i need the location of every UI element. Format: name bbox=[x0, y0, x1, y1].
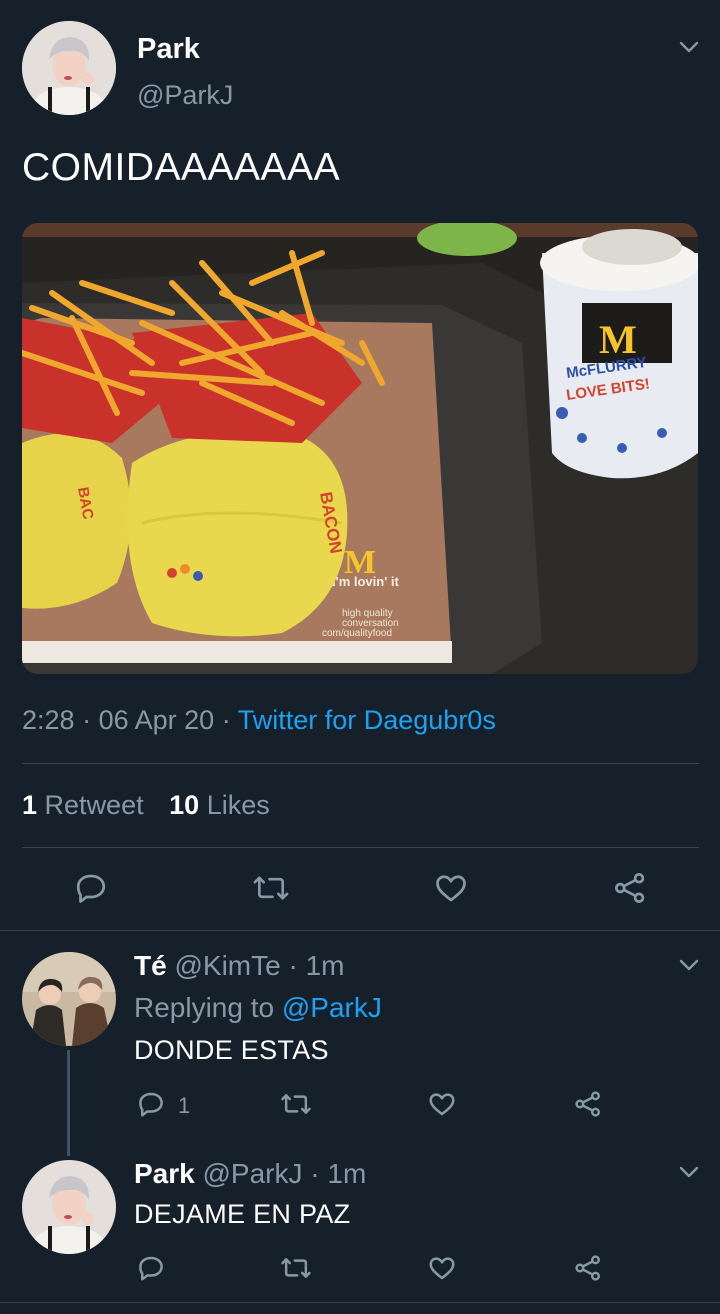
tweet-stats: 1 Retweet 10 Likes bbox=[22, 790, 270, 821]
reply-author-name[interactable]: Park bbox=[134, 1158, 195, 1189]
heart-icon[interactable] bbox=[427, 1253, 457, 1283]
likes-stat[interactable]: 10 Likes bbox=[169, 790, 270, 820]
section-divider bbox=[0, 930, 720, 931]
reply-time: · 1m bbox=[310, 1158, 367, 1189]
tweet-image[interactable]: i'm lovin' it high quality conversation … bbox=[22, 223, 698, 674]
retweet-icon[interactable] bbox=[280, 1089, 312, 1119]
reply-author-name[interactable]: Té bbox=[134, 950, 167, 981]
divider bbox=[22, 847, 699, 848]
reply-icon[interactable] bbox=[73, 870, 109, 906]
author-name[interactable]: Park bbox=[137, 33, 200, 66]
reply-icon[interactable] bbox=[136, 1253, 166, 1283]
reply-header: Park @ParkJ · 1m bbox=[134, 1158, 366, 1190]
likes-count: 10 bbox=[169, 790, 200, 820]
tray-text-url: com/qualityfood bbox=[322, 628, 392, 639]
replying-to-mention[interactable]: @ParkJ bbox=[282, 992, 382, 1023]
tweet-source-link[interactable]: Twitter for Daegubr0s bbox=[238, 705, 496, 735]
meta-separator: · bbox=[82, 705, 92, 735]
reply-time: · 1m bbox=[288, 950, 345, 981]
divider bbox=[22, 763, 699, 764]
reply-avatar-kimte[interactable] bbox=[22, 952, 116, 1046]
retweets-stat[interactable]: 1 Retweet bbox=[22, 790, 144, 820]
reply-author-handle[interactable]: @ParkJ bbox=[203, 1158, 303, 1189]
retweet-icon[interactable] bbox=[252, 870, 290, 906]
tweet-time: 2:28 bbox=[22, 705, 75, 735]
replying-to-label: Replying to bbox=[134, 992, 275, 1023]
reply-count: 1 bbox=[178, 1093, 191, 1118]
author-avatar[interactable] bbox=[22, 21, 116, 115]
retweet-icon[interactable] bbox=[280, 1253, 312, 1283]
meta-separator: · bbox=[221, 705, 231, 735]
share-icon[interactable] bbox=[573, 1253, 603, 1283]
share-icon[interactable] bbox=[612, 870, 648, 906]
reply-avatar-parkj[interactable] bbox=[22, 1160, 116, 1254]
author-handle[interactable]: @ParkJ bbox=[137, 80, 233, 111]
chevron-down-icon[interactable] bbox=[679, 958, 699, 972]
chevron-down-icon[interactable] bbox=[679, 40, 699, 54]
tweet-date: 06 Apr 20 bbox=[98, 705, 215, 735]
reply-text: DONDE ESTAS bbox=[134, 1035, 329, 1065]
tweet-text: COMIDAAAAAAA bbox=[22, 146, 341, 189]
tweet-detail-page: Park @ParkJ COMIDAAAAAAA i'm lovin' it h… bbox=[0, 0, 720, 1314]
thread-connector-line bbox=[67, 1050, 70, 1156]
likes-label: Likes bbox=[206, 790, 270, 820]
tray-arches-logo: M bbox=[344, 544, 376, 581]
reply-text: DEJAME EN PAZ bbox=[134, 1199, 351, 1229]
section-divider bbox=[0, 1302, 720, 1303]
share-icon[interactable] bbox=[573, 1089, 603, 1119]
replying-to: Replying to @ParkJ bbox=[134, 992, 382, 1024]
reply-icon[interactable] bbox=[136, 1089, 166, 1119]
heart-icon[interactable] bbox=[433, 870, 469, 906]
reply-author-handle[interactable]: @KimTe bbox=[174, 950, 280, 981]
heart-icon[interactable] bbox=[427, 1089, 457, 1119]
tweet-meta: 2:28 · 06 Apr 20 · Twitter for Daegubr0s bbox=[22, 705, 496, 736]
chevron-down-icon[interactable] bbox=[679, 1165, 699, 1179]
retweets-count: 1 bbox=[22, 790, 38, 820]
retweets-label: Retweet bbox=[44, 790, 144, 820]
reply-header: Té @KimTe · 1m bbox=[134, 950, 344, 982]
